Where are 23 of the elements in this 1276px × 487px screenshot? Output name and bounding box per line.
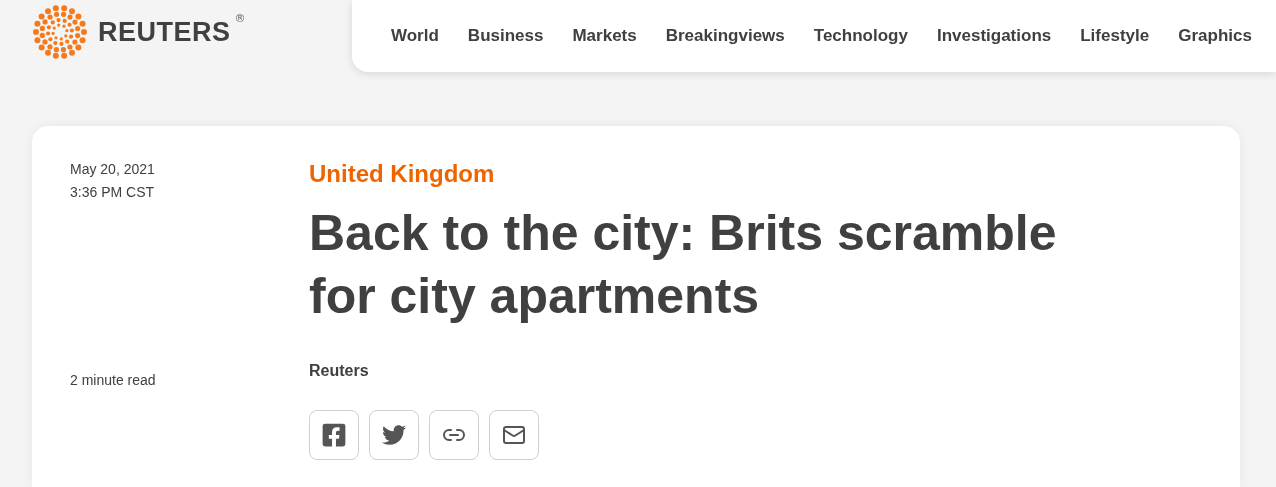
- nav-link[interactable]: World: [391, 26, 439, 46]
- nav-link[interactable]: Business: [467, 26, 544, 46]
- link-share-button[interactable]: [429, 410, 479, 460]
- facebook-share-button[interactable]: [309, 410, 359, 460]
- nav-link[interactable]: Lifestyle: [1080, 26, 1150, 46]
- byline[interactable]: Reuters: [309, 362, 1240, 380]
- nav-link[interactable]: Markets: [572, 26, 637, 46]
- article-time: 3:36 PM CST: [70, 183, 156, 202]
- logo-icon: [32, 4, 88, 60]
- nav-link[interactable]: Graphics: [1178, 26, 1252, 46]
- email-share-button[interactable]: [489, 410, 539, 460]
- bird-icon: [382, 423, 406, 447]
- logo-wordmark[interactable]: REUTERS: [98, 16, 231, 48]
- nav-link[interactable]: Breakingviews: [665, 26, 785, 46]
- nav-link[interactable]: Investigations: [936, 26, 1052, 46]
- registered-mark: ®: [234, 12, 246, 25]
- facebook-icon: [321, 422, 347, 448]
- twitter-share-button[interactable]: [369, 410, 419, 460]
- nav-link[interactable]: Technology: [813, 26, 908, 46]
- read-time: 2 minute read: [70, 371, 157, 390]
- headline: Back to the city: Brits scramble for city apartments: [309, 204, 1058, 326]
- envelope-icon: [502, 423, 526, 447]
- article-date: May 20, 2021: [70, 160, 156, 179]
